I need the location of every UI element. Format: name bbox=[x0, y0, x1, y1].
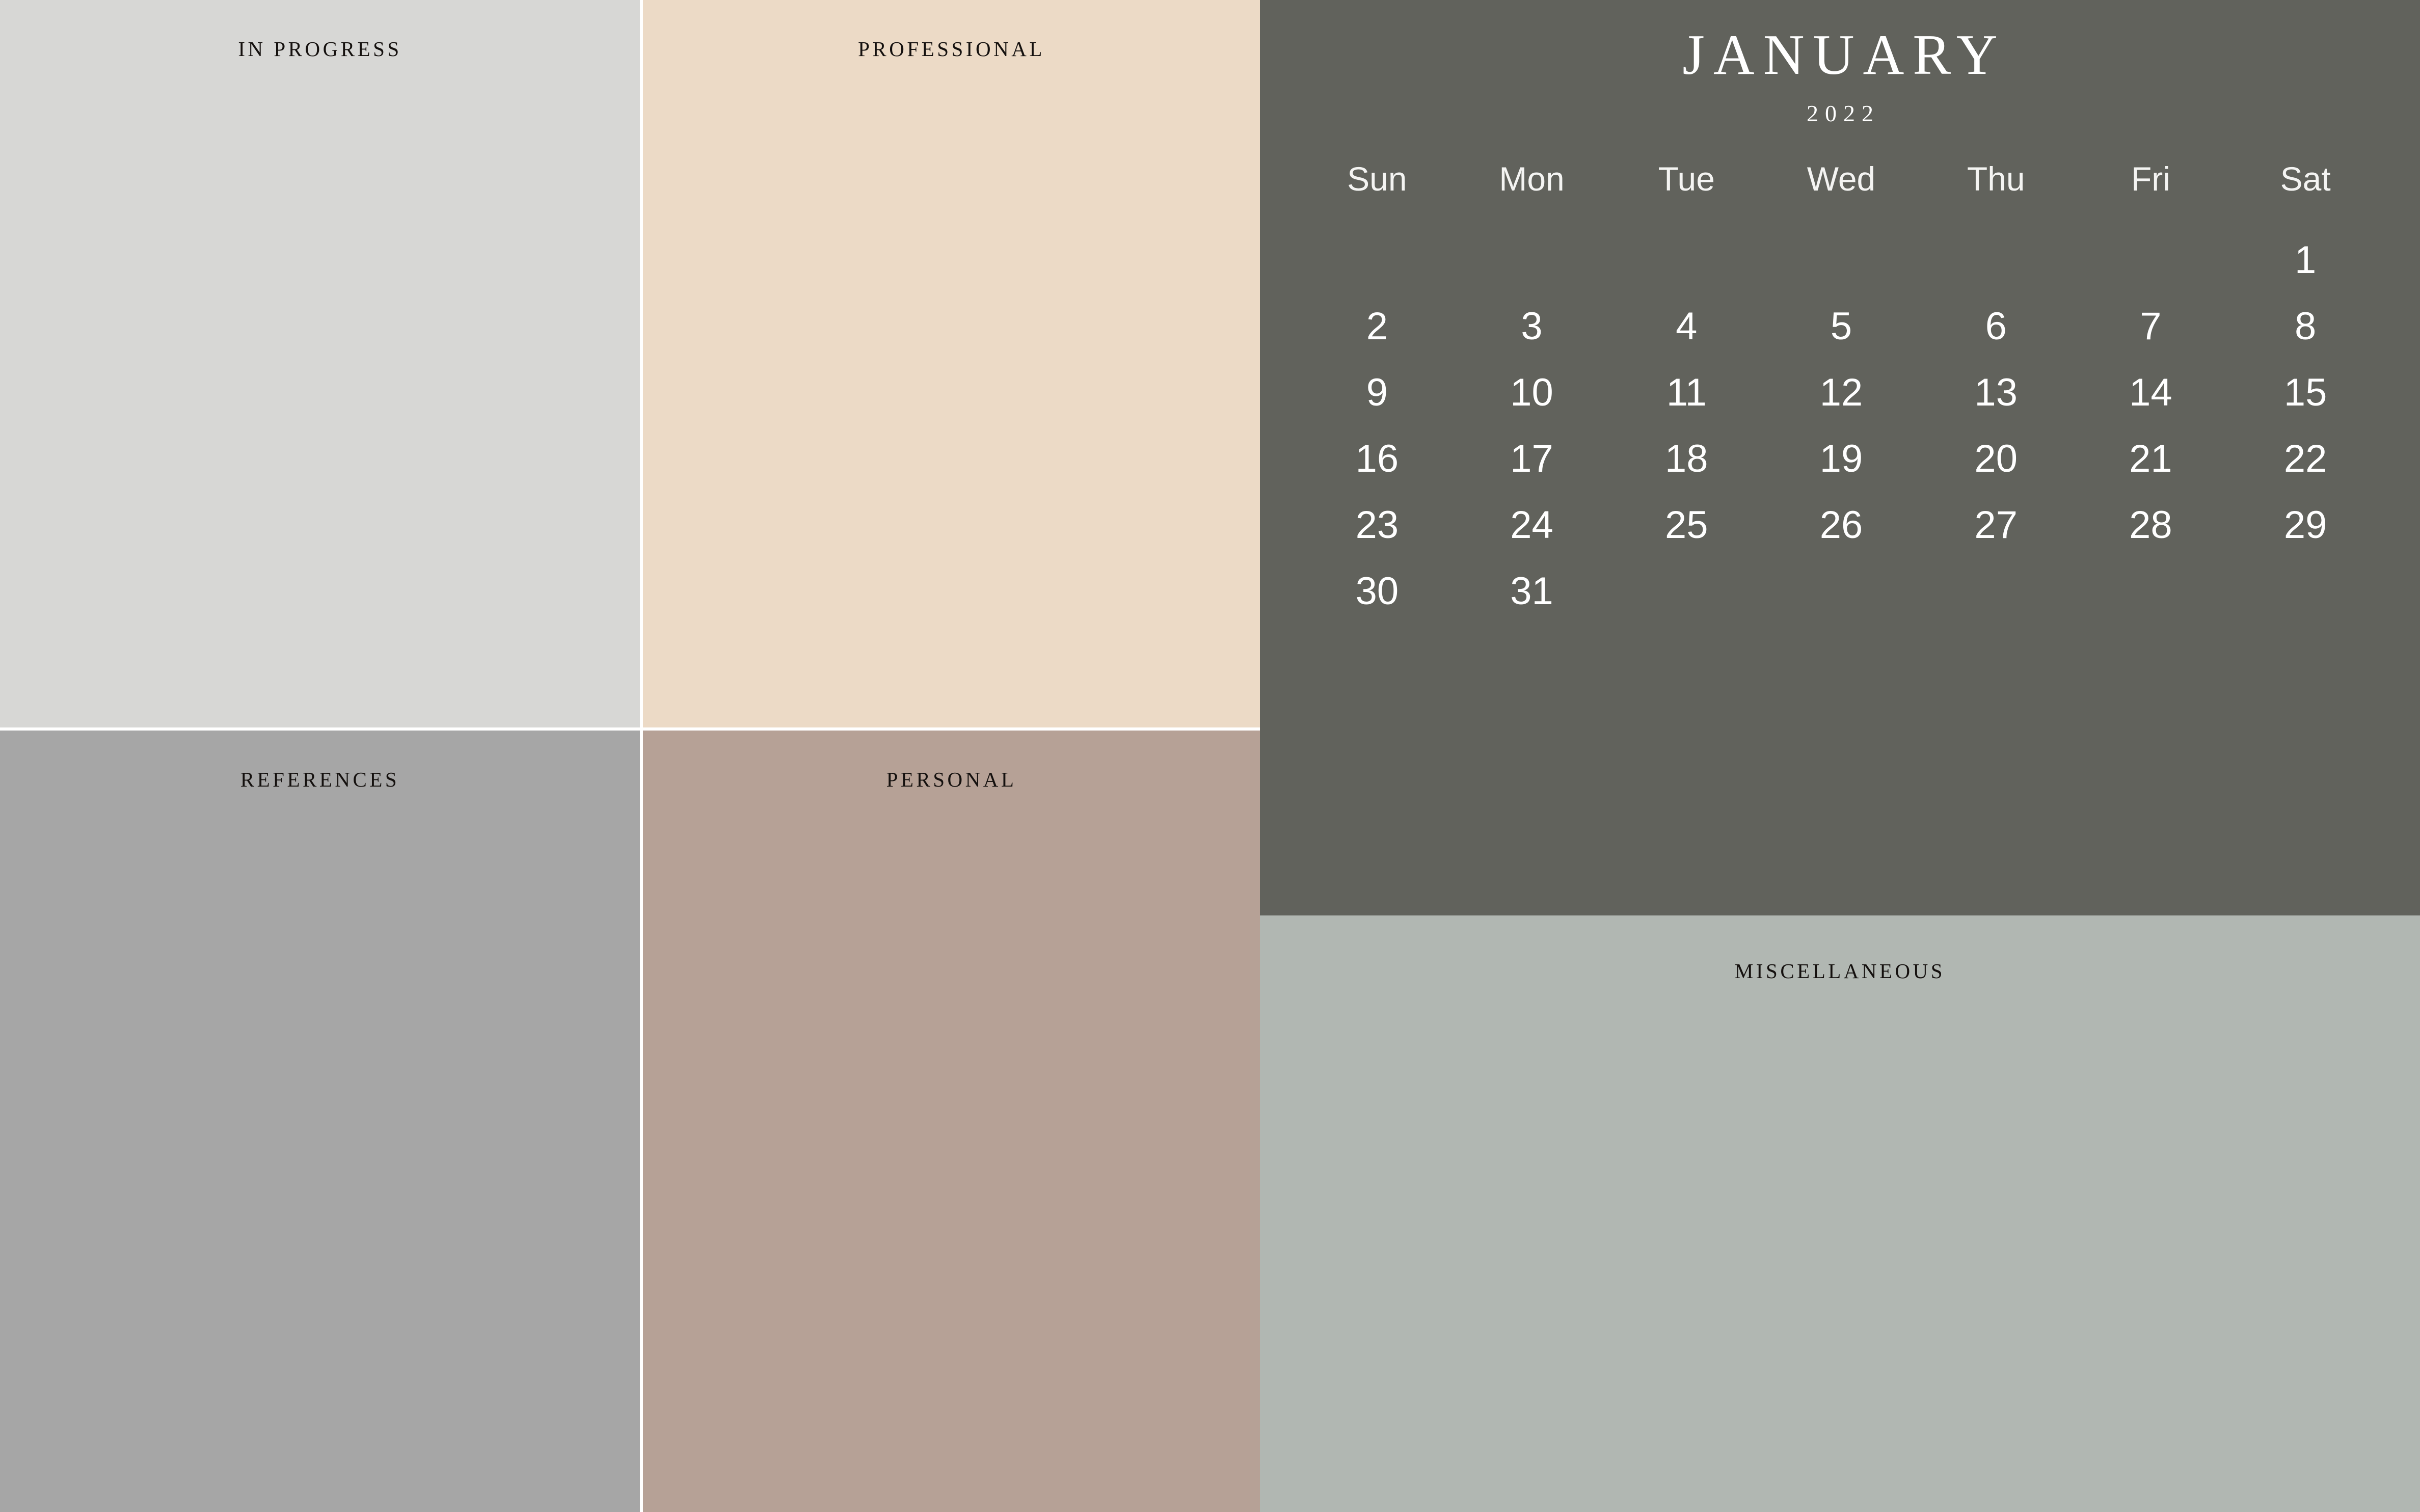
calendar-day-cell[interactable]: 17 bbox=[1455, 426, 1609, 492]
calendar-grid: Sun Mon Tue Wed Thu Fri Sat 1 2 3 4 5 6 7 8 9 10 11 12 13 14… bbox=[1300, 162, 2383, 625]
calendar-day-cell[interactable]: 5 bbox=[1764, 293, 1919, 360]
panel-miscellaneous[interactable]: MISCELLANEOUS bbox=[1260, 915, 2420, 1512]
calendar-weekday-header: Thu bbox=[1967, 160, 2025, 198]
moodboard-canvas: IN PROGRESS PROFESSIONAL REFERENCES PERS… bbox=[0, 0, 2420, 1512]
calendar-weekday-header: Tue bbox=[1658, 160, 1715, 198]
calendar-day-empty bbox=[2074, 558, 2228, 625]
calendar-weekday-header: Sat bbox=[2280, 160, 2331, 198]
calendar-day-cell[interactable]: 25 bbox=[1609, 492, 1764, 558]
calendar-day-cell[interactable]: 12 bbox=[1764, 360, 1919, 426]
calendar-weekday-header: Wed bbox=[1807, 160, 1876, 198]
calendar-day-empty bbox=[1609, 227, 1764, 293]
panel-references-label: REFERENCES bbox=[240, 768, 400, 791]
calendar-day-cell[interactable]: 23 bbox=[1300, 492, 1455, 558]
calendar-day-cell[interactable]: 22 bbox=[2228, 426, 2383, 492]
calendar-header: JANUARY 2022 bbox=[1260, 26, 2420, 125]
calendar-day-empty bbox=[1764, 558, 1919, 625]
calendar-day-cell[interactable]: 20 bbox=[1919, 426, 2074, 492]
calendar-month-title: JANUARY bbox=[1682, 23, 2006, 87]
calendar-day-cell[interactable]: 14 bbox=[2074, 360, 2228, 426]
calendar-day-empty bbox=[2228, 558, 2383, 625]
calendar-weekday-header: Mon bbox=[1499, 160, 1565, 198]
panel-calendar[interactable]: JANUARY 2022 Sun Mon Tue Wed Thu Fri Sat 1 2 3 4 5 6… bbox=[1260, 0, 2420, 915]
calendar-day-cell[interactable]: 2 bbox=[1300, 293, 1455, 360]
calendar-day-cell[interactable]: 1 bbox=[2228, 227, 2383, 293]
calendar-weekday-header: Fri bbox=[2131, 160, 2170, 198]
calendar-day-cell[interactable]: 19 bbox=[1764, 426, 1919, 492]
panel-in-progress[interactable]: IN PROGRESS bbox=[0, 0, 640, 727]
calendar-weekday-header: Sun bbox=[1347, 160, 1407, 198]
calendar-day-cell[interactable]: 28 bbox=[2074, 492, 2228, 558]
calendar-day-empty bbox=[1919, 558, 2074, 625]
calendar-day-cell[interactable]: 11 bbox=[1609, 360, 1764, 426]
panel-professional-label: PROFESSIONAL bbox=[858, 37, 1045, 61]
calendar-day-cell[interactable]: 29 bbox=[2228, 492, 2383, 558]
calendar-day-cell[interactable]: 9 bbox=[1300, 360, 1455, 426]
calendar-day-cell[interactable]: 21 bbox=[2074, 426, 2228, 492]
calendar-day-cell[interactable]: 13 bbox=[1919, 360, 2074, 426]
calendar-day-cell[interactable]: 26 bbox=[1764, 492, 1919, 558]
calendar-day-cell[interactable]: 15 bbox=[2228, 360, 2383, 426]
calendar-day-cell[interactable]: 27 bbox=[1919, 492, 2074, 558]
calendar-day-cell[interactable]: 7 bbox=[2074, 293, 2228, 360]
calendar-day-cell[interactable]: 31 bbox=[1455, 558, 1609, 625]
panel-miscellaneous-label: MISCELLANEOUS bbox=[1734, 959, 1946, 983]
calendar-day-cell[interactable]: 8 bbox=[2228, 293, 2383, 360]
calendar-day-cell[interactable]: 4 bbox=[1609, 293, 1764, 360]
calendar-day-empty bbox=[1455, 227, 1609, 293]
calendar-day-empty bbox=[1919, 227, 2074, 293]
panel-personal-label: PERSONAL bbox=[886, 768, 1017, 791]
calendar-day-empty bbox=[1609, 558, 1764, 625]
panel-professional[interactable]: PROFESSIONAL bbox=[643, 0, 1260, 727]
calendar-year-label: 2022 bbox=[1807, 100, 1880, 126]
calendar-day-cell[interactable]: 18 bbox=[1609, 426, 1764, 492]
calendar-day-cell[interactable]: 10 bbox=[1455, 360, 1609, 426]
calendar-day-cell[interactable]: 30 bbox=[1300, 558, 1455, 625]
panel-in-progress-label: IN PROGRESS bbox=[238, 37, 402, 61]
calendar-day-empty bbox=[1300, 227, 1455, 293]
calendar-day-cell[interactable]: 16 bbox=[1300, 426, 1455, 492]
panel-references[interactable]: REFERENCES bbox=[0, 731, 640, 1512]
calendar-day-empty bbox=[1764, 227, 1919, 293]
panel-personal[interactable]: PERSONAL bbox=[643, 731, 1260, 1512]
calendar-day-cell[interactable]: 6 bbox=[1919, 293, 2074, 360]
calendar-day-empty bbox=[2074, 227, 2228, 293]
calendar-day-cell[interactable]: 3 bbox=[1455, 293, 1609, 360]
calendar-day-cell[interactable]: 24 bbox=[1455, 492, 1609, 558]
